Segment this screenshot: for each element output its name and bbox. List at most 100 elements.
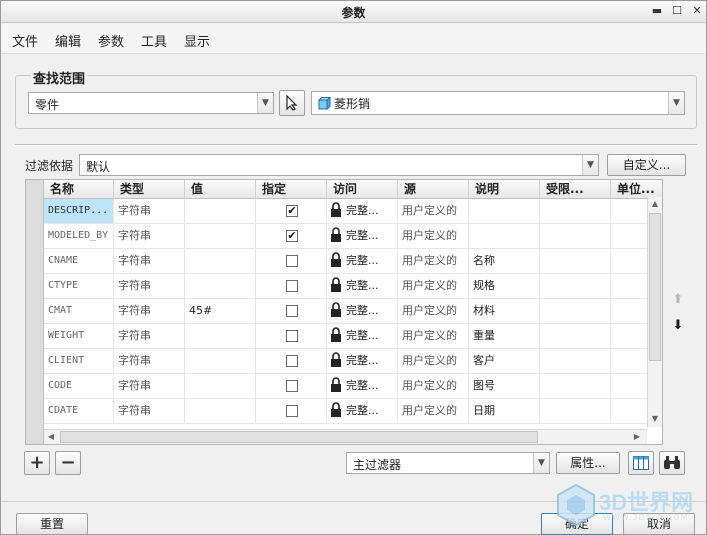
cell-type[interactable]: 字符串	[114, 249, 185, 274]
arrow-up-icon[interactable]: ⬆	[671, 293, 685, 307]
menu-file[interactable]: 文件	[12, 31, 38, 50]
designated-checkbox[interactable]: ✔	[286, 230, 298, 242]
cell-designated[interactable]	[256, 399, 327, 424]
cell-value[interactable]	[185, 399, 256, 424]
properties-button[interactable]: 属性...	[556, 452, 620, 474]
cell-value[interactable]	[185, 199, 256, 224]
cell-name[interactable]: WEIGHT	[44, 324, 114, 349]
cell-access[interactable]: 完整...	[327, 224, 398, 249]
cell-restricted[interactable]	[540, 349, 611, 374]
cell-restricted[interactable]	[540, 324, 611, 349]
table-row[interactable]: MODELED_BY 字符串 ✔ 完整... 用户定义的	[26, 224, 662, 249]
table-row[interactable]: DESCRIP... 字符串 ✔ 完整... 用户定义的	[26, 199, 662, 224]
designated-checkbox[interactable]	[286, 330, 298, 342]
table-row[interactable]: WEIGHT 字符串 完整... 用户定义的 重量	[26, 324, 662, 349]
menu-display[interactable]: 显示	[184, 31, 210, 50]
horizontal-scrollbar[interactable]: ◀ ▶	[44, 429, 647, 444]
column-header-restricted[interactable]: 受限...	[540, 180, 611, 199]
cell-description[interactable]	[469, 224, 540, 249]
table-row[interactable]: CMAT 字符串 45# 完整... 用户定义的 材料	[26, 299, 662, 324]
cell-access[interactable]: 完整...	[327, 249, 398, 274]
cell-restricted[interactable]	[540, 199, 611, 224]
cell-description[interactable]: 规格	[469, 274, 540, 299]
cell-access[interactable]: 完整...	[327, 349, 398, 374]
scroll-thumb[interactable]	[60, 431, 538, 443]
table-row[interactable]: CLIENT 字符串 完整... 用户定义的 客户	[26, 349, 662, 374]
designated-checkbox[interactable]	[286, 280, 298, 292]
cell-name[interactable]: CTYPE	[44, 274, 114, 299]
cell-access[interactable]: 完整...	[327, 399, 398, 424]
cell-designated[interactable]: ✔	[256, 224, 327, 249]
cell-designated[interactable]	[256, 349, 327, 374]
cell-source[interactable]: 用户定义的	[398, 299, 469, 324]
designated-checkbox[interactable]	[286, 380, 298, 392]
cell-designated[interactable]: ✔	[256, 199, 327, 224]
minus-icon[interactable]: −	[55, 451, 81, 475]
scroll-right-icon[interactable]: ▶	[630, 430, 644, 444]
scroll-left-icon[interactable]: ◀	[44, 430, 58, 444]
cell-type[interactable]: 字符串	[114, 349, 185, 374]
cell-restricted[interactable]	[540, 374, 611, 399]
binoculars-icon[interactable]	[659, 451, 685, 475]
cell-description[interactable]	[469, 199, 540, 224]
cell-source[interactable]: 用户定义的	[398, 399, 469, 424]
cell-designated[interactable]	[256, 374, 327, 399]
cell-name[interactable]: CMAT	[44, 299, 114, 324]
cell-source[interactable]: 用户定义的	[398, 274, 469, 299]
cell-source[interactable]: 用户定义的	[398, 199, 469, 224]
cell-access[interactable]: 完整...	[327, 299, 398, 324]
menu-tools[interactable]: 工具	[141, 31, 167, 50]
cell-access[interactable]: 完整...	[327, 274, 398, 299]
cell-designated[interactable]	[256, 274, 327, 299]
designated-checkbox[interactable]	[286, 355, 298, 367]
cell-type[interactable]: 字符串	[114, 299, 185, 324]
cell-description[interactable]: 重量	[469, 324, 540, 349]
cell-access[interactable]: 完整...	[327, 374, 398, 399]
designated-checkbox[interactable]: ✔	[286, 205, 298, 217]
designated-checkbox[interactable]	[286, 255, 298, 267]
cell-value[interactable]	[185, 224, 256, 249]
vertical-scrollbar[interactable]: ▲ ▼	[647, 197, 662, 427]
column-header-description[interactable]: 说明	[469, 180, 540, 199]
cell-type[interactable]: 字符串	[114, 399, 185, 424]
cell-access[interactable]: 完整...	[327, 199, 398, 224]
filter-select[interactable]: 默认 ▼	[79, 154, 599, 176]
cell-name[interactable]: CLIENT	[44, 349, 114, 374]
table-view-icon[interactable]	[628, 451, 654, 475]
column-header-name[interactable]: 名称	[44, 180, 114, 199]
cell-value[interactable]	[185, 349, 256, 374]
cell-name[interactable]: CODE	[44, 374, 114, 399]
cell-restricted[interactable]	[540, 224, 611, 249]
cell-name[interactable]: CNAME	[44, 249, 114, 274]
cell-description[interactable]: 图号	[469, 374, 540, 399]
column-header-type[interactable]: 类型	[114, 180, 185, 199]
menu-edit[interactable]: 编辑	[55, 31, 81, 50]
cell-restricted[interactable]	[540, 274, 611, 299]
cell-designated[interactable]	[256, 299, 327, 324]
cell-value[interactable]: 45#	[185, 299, 256, 324]
cell-name[interactable]: DESCRIP...	[44, 199, 114, 224]
cell-source[interactable]: 用户定义的	[398, 374, 469, 399]
arrow-down-icon[interactable]: ⬇	[671, 319, 685, 333]
cell-access[interactable]: 完整...	[327, 324, 398, 349]
cell-type[interactable]: 字符串	[114, 324, 185, 349]
column-header-value[interactable]: 值	[185, 180, 256, 199]
cell-restricted[interactable]	[540, 299, 611, 324]
scroll-thumb[interactable]	[649, 213, 661, 361]
cell-value[interactable]	[185, 374, 256, 399]
table-row[interactable]: CDATE 字符串 完整... 用户定义的 日期	[26, 399, 662, 424]
cell-restricted[interactable]	[540, 249, 611, 274]
cell-source[interactable]: 用户定义的	[398, 249, 469, 274]
cell-designated[interactable]	[256, 249, 327, 274]
cell-source[interactable]: 用户定义的	[398, 324, 469, 349]
cell-source[interactable]: 用户定义的	[398, 349, 469, 374]
column-header-access[interactable]: 访问	[327, 180, 398, 199]
cell-type[interactable]: 字符串	[114, 374, 185, 399]
cell-type[interactable]: 字符串	[114, 199, 185, 224]
cell-description[interactable]: 日期	[469, 399, 540, 424]
plus-icon[interactable]: +	[24, 451, 50, 475]
table-row[interactable]: CODE 字符串 完整... 用户定义的 图号	[26, 374, 662, 399]
menu-parameters[interactable]: 参数	[98, 31, 124, 50]
reset-button[interactable]: 重置	[16, 513, 88, 535]
scope-select[interactable]: 零件 ▼	[28, 92, 274, 114]
